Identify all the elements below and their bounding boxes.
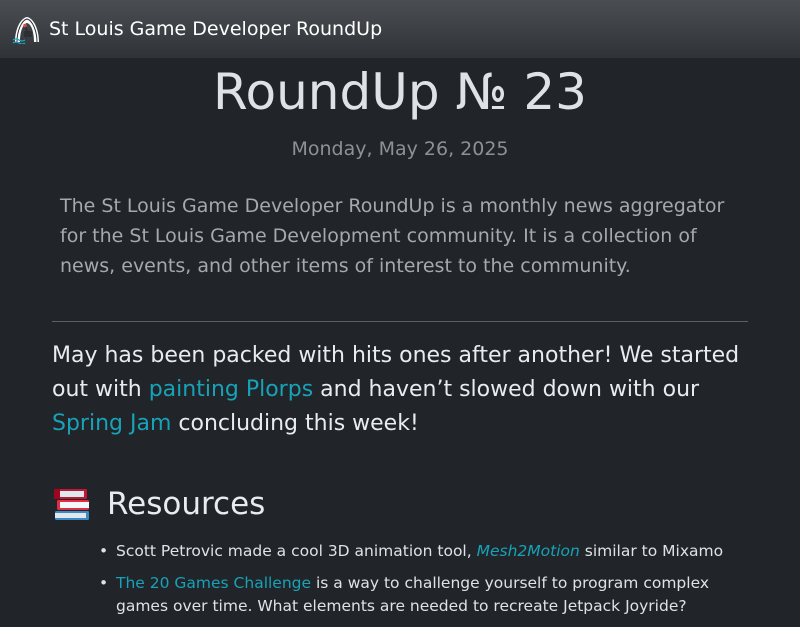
bullet-icon: • bbox=[99, 542, 109, 560]
item-text: Scott Petrovic made a cool 3D animation … bbox=[116, 542, 477, 560]
resources-list: • Scott Petrovic made a cool 3D animation… bbox=[52, 540, 748, 618]
navbar: St Louis Game Developer RoundUp bbox=[0, 0, 800, 58]
page-date: Monday, May 26, 2025 bbox=[291, 138, 509, 160]
books-icon bbox=[54, 489, 89, 520]
twenty-games-challenge-link[interactable]: The 20 Games Challenge bbox=[116, 574, 311, 592]
brand-link[interactable]: St Louis Game Developer RoundUp bbox=[12, 14, 382, 44]
spring-jam-link[interactable]: Spring Jam bbox=[52, 411, 171, 436]
lead-paragraph: May has been packed with hits ones after… bbox=[52, 339, 748, 441]
item-text: similar to Mixamo bbox=[579, 542, 724, 560]
intro-paragraph: The St Louis Game Developer RoundUp is a… bbox=[60, 195, 725, 277]
list-item: • The 20 Games Challenge is a way to chal… bbox=[99, 572, 748, 618]
section-title: Resources bbox=[107, 486, 266, 522]
mesh2motion-link[interactable]: Mesh2Motion bbox=[477, 542, 580, 560]
list-item: • Scott Petrovic made a cool 3D animation… bbox=[99, 540, 748, 563]
bullet-icon: • bbox=[99, 574, 109, 592]
main-content: RoundUp № 23 Monday, May 26, 2025 The St… bbox=[52, 58, 748, 627]
painting-plorps-link[interactable]: painting Plorps bbox=[149, 377, 313, 402]
page-title: RoundUp № 23 bbox=[213, 63, 587, 121]
arch-joystick-logo-icon bbox=[12, 17, 39, 44]
brand-name: St Louis Game Developer RoundUp bbox=[49, 18, 383, 40]
resources-heading: Resources bbox=[52, 482, 748, 526]
lead-text: concluding this week! bbox=[171, 411, 419, 436]
divider bbox=[52, 321, 748, 322]
lead-text: and haven’t slowed down with our bbox=[313, 377, 700, 402]
